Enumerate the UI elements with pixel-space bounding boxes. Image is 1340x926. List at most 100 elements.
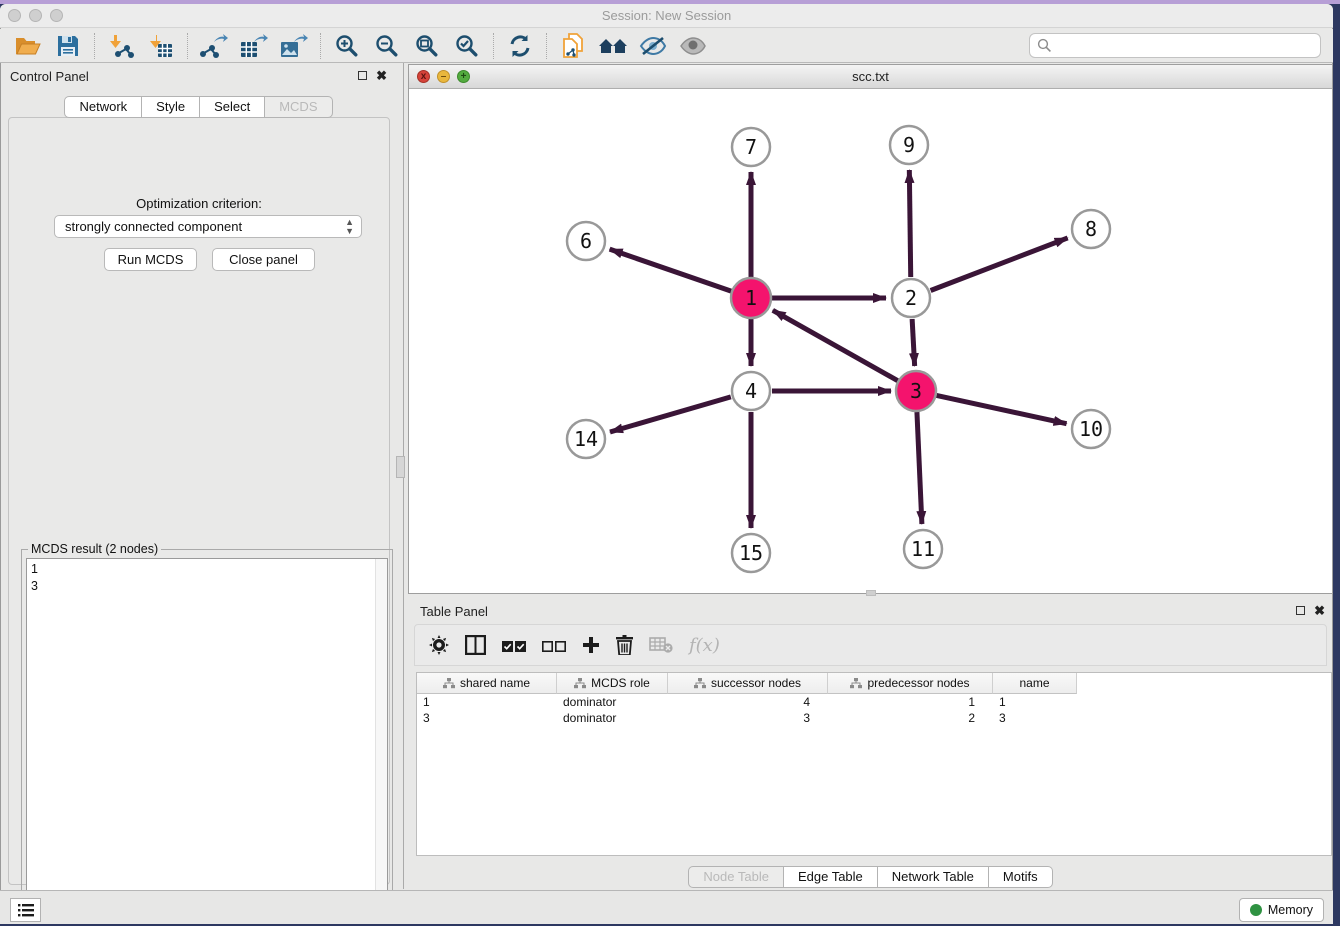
graph-edge-4-14[interactable] (610, 397, 731, 432)
graph-edge-3-10[interactable] (937, 395, 1067, 423)
network-canvas[interactable]: 7 9 6 8 1 2 4 3 14 10 15 11 (409, 89, 1332, 593)
tab-select[interactable]: Select (200, 96, 265, 118)
tab-mcds[interactable]: MCDS (265, 96, 332, 118)
cell-name[interactable]: 1 (993, 694, 1077, 710)
export-table-icon[interactable] (234, 31, 274, 61)
search-input[interactable] (1052, 36, 1320, 56)
graph-node-15[interactable]: 15 (732, 534, 770, 572)
minimize-window-icon[interactable] (29, 9, 42, 22)
export-network-icon[interactable] (194, 31, 234, 61)
cell-predecessor-nodes[interactable]: 2 (828, 710, 993, 726)
close-window-icon[interactable] (8, 9, 21, 22)
graph-edge-3-11[interactable] (917, 412, 922, 524)
graph-node-7[interactable]: 7 (732, 128, 770, 166)
hide-selected-icon[interactable] (633, 31, 673, 61)
graph-edge-1-6[interactable] (610, 249, 732, 291)
zoom-in-icon[interactable] (327, 31, 367, 61)
graph-node-9[interactable]: 9 (890, 126, 928, 164)
refresh-icon[interactable] (500, 31, 540, 61)
cell-name[interactable]: 3 (993, 710, 1077, 726)
table-row[interactable]: 3dominator323 (417, 710, 1331, 726)
zoom-selected-icon[interactable] (447, 31, 487, 61)
run-mcds-button[interactable]: Run MCDS (104, 248, 197, 271)
graph-node-2[interactable]: 2 (892, 279, 930, 317)
save-session-icon[interactable] (48, 31, 88, 61)
svg-text:14: 14 (574, 427, 598, 451)
cell-MCDS-role[interactable]: dominator (557, 694, 668, 710)
graph-edge-2-8[interactable] (931, 238, 1068, 291)
zoom-fit-icon[interactable] (407, 31, 447, 61)
memory-button[interactable]: Memory (1239, 898, 1324, 922)
close-table-panel-icon[interactable]: ✖ (1314, 605, 1325, 616)
tab-edge-table[interactable]: Edge Table (784, 866, 878, 888)
tab-network[interactable]: Network (64, 96, 142, 118)
task-list-button[interactable] (10, 898, 41, 922)
select-all-checkboxes-icon[interactable] (502, 639, 526, 652)
export-image-icon[interactable] (274, 31, 314, 61)
delete-column-icon[interactable] (649, 637, 673, 653)
first-neighbors-icon[interactable] (593, 31, 633, 61)
tab-network-table[interactable]: Network Table (878, 866, 989, 888)
sort-hierarchy-icon (694, 678, 706, 689)
search-icon (1037, 38, 1052, 53)
network-window-title: scc.txt (409, 65, 1332, 88)
graph-node-10[interactable]: 10 (1072, 410, 1110, 448)
graph-node-1[interactable]: 1 (731, 278, 771, 318)
graph-edge-2-9[interactable] (909, 170, 910, 277)
svg-text:10: 10 (1079, 417, 1103, 441)
table-row[interactable]: 1dominator411 (417, 694, 1331, 710)
network-maximize-icon[interactable]: + (457, 70, 470, 83)
column-header-predecessor-nodes[interactable]: predecessor nodes (828, 673, 993, 694)
cell-successor-nodes[interactable]: 3 (668, 710, 828, 726)
close-panel-icon[interactable]: ✖ (376, 70, 387, 81)
deselect-all-checkboxes-icon[interactable] (542, 639, 566, 652)
new-network-from-selection-icon[interactable] (553, 31, 593, 61)
column-header-shared-name[interactable]: shared name (417, 673, 557, 694)
tab-motifs[interactable]: Motifs (989, 866, 1053, 888)
tab-node-table[interactable]: Node Table (688, 866, 784, 888)
graph-node-8[interactable]: 8 (1072, 210, 1110, 248)
cell-successor-nodes[interactable]: 4 (668, 694, 828, 710)
node-table[interactable]: shared nameMCDS rolesuccessor nodes prede… (416, 672, 1332, 856)
mcds-result-text[interactable]: 13 (26, 558, 388, 924)
graph-node-14[interactable]: 14 (567, 420, 605, 458)
panel-divider-handle[interactable] (396, 456, 405, 478)
column-header-successor-nodes[interactable]: successor nodes (668, 673, 828, 694)
search-field[interactable] (1029, 33, 1321, 58)
cell-predecessor-nodes[interactable]: 1 (828, 694, 993, 710)
close-panel-button[interactable]: Close panel (212, 248, 315, 271)
delete-row-trash-icon[interactable] (616, 635, 633, 655)
cell-MCDS-role[interactable]: dominator (557, 710, 668, 726)
function-builder-fx-icon[interactable]: f(x) (689, 635, 720, 656)
main-toolbar (0, 29, 1333, 63)
criterion-dropdown[interactable]: strongly connected component ▲▼ (54, 215, 362, 238)
horizontal-splitter-handle[interactable] (866, 590, 876, 596)
network-close-icon[interactable]: x (417, 70, 430, 83)
result-scrollbar[interactable] (375, 559, 387, 924)
open-session-icon[interactable] (8, 31, 48, 61)
network-minimize-icon[interactable]: – (437, 70, 450, 83)
graph-node-4[interactable]: 4 (732, 372, 770, 410)
column-header-name[interactable]: name (993, 673, 1077, 694)
graph-node-6[interactable]: 6 (567, 222, 605, 260)
import-table-icon[interactable] (141, 31, 181, 61)
float-panel-icon[interactable] (358, 71, 367, 80)
svg-text:1: 1 (745, 286, 757, 310)
column-header-label: predecessor nodes (867, 676, 969, 690)
maximize-window-icon[interactable] (50, 9, 63, 22)
show-columns-icon[interactable] (465, 635, 486, 655)
column-header-MCDS-role[interactable]: MCDS role (557, 673, 668, 694)
graph-edge-3-1[interactable] (773, 310, 898, 380)
zoom-out-icon[interactable] (367, 31, 407, 61)
cell-shared-name[interactable]: 3 (417, 710, 557, 726)
add-row-icon[interactable] (582, 636, 600, 654)
tab-style[interactable]: Style (142, 96, 200, 118)
table-settings-gear-icon[interactable] (429, 635, 449, 655)
graph-edge-2-3[interactable] (912, 319, 915, 366)
cell-shared-name[interactable]: 1 (417, 694, 557, 710)
graph-node-3[interactable]: 3 (896, 371, 936, 411)
float-table-panel-icon[interactable] (1296, 606, 1305, 615)
show-all-icon[interactable] (673, 31, 713, 61)
import-network-icon[interactable] (101, 31, 141, 61)
graph-node-11[interactable]: 11 (904, 530, 942, 568)
